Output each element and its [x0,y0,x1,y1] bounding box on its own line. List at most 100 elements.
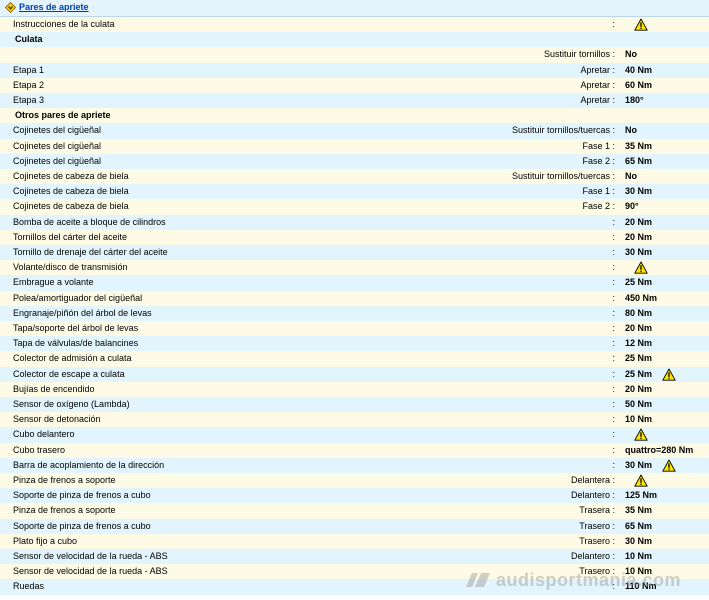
warning-icon[interactable] [634,261,648,274]
torque-row: Cojinetes de cabeza de biela Fase 1 : 30 N… [0,184,709,200]
row-value: No [625,125,637,136]
row-value: 12 Nm [625,338,653,349]
section-header[interactable]: Pares de apriete [0,0,709,17]
torque-row: Etapa 2 Apretar : 60 Nm [0,77,709,93]
row-label: Sensor de velocidad de la rueda - ABS [13,566,168,577]
diamond-arrow-icon [5,2,16,13]
torque-row: Colector de admisión a culata:25 Nm [0,351,709,367]
row-condition: : [612,323,615,333]
row-label: Etapa 1 [13,64,45,75]
row-condition: : [612,338,615,349]
row-condition: : [612,581,615,592]
row-label: Sensor de velocidad de la rueda - ABS [13,551,168,561]
row-value: 20 Nm [625,231,653,242]
row-label: Etapa 3 [13,95,45,105]
torque-row: Volante/disco de transmisión: [0,260,709,276]
torque-row: Engranaje/piñón del árbol de levas:80 Nm [0,305,709,321]
row-condition: : [612,247,615,257]
row-label: Ruedas [13,581,45,592]
row-value: No [625,171,637,181]
row-label: Tornillos del cárter del aceite [13,231,128,242]
row-label: Soporte de pinza de frenos a cubo [13,520,151,531]
torque-row: Bujías de encendido:20 Nm [0,381,709,397]
row-label: Cojinetes de cabeza de biela [13,171,129,181]
row-value: 40 Nm [625,64,653,75]
row-value: 30 Nm [625,459,653,470]
row-condition: : [612,19,615,29]
section-title: Otros pares de apriete [15,110,111,121]
row-condition: Delantero : [570,551,615,561]
torque-row: Sensor de detonación:10 Nm [0,412,709,428]
torque-row: Tapa/soporte del árbol de levas:20 Nm [0,321,709,337]
warning-icon[interactable] [662,368,676,381]
torque-row: Colector de escape a culata:25 Nm [0,366,709,382]
row-label: Colector de escape a culata [13,368,125,379]
torque-row: Cojinetes del cigüeñal Fase 2 : 65 Nm [0,153,709,169]
row-label: Soporte de pinza de frenos a cubo [13,490,151,501]
row-label: Colector de admisión a culata [13,353,132,364]
row-label: Instrucciones de la culata [13,19,115,29]
warning-icon[interactable] [634,428,648,442]
row-condition: Trasero : [579,535,615,546]
torque-row: Ruedas:110 Nm [0,579,709,595]
row-value: 65 Nm [625,155,653,166]
warning-icon[interactable] [634,18,648,31]
row-label: Cojinetes del cigüeñal [13,125,102,136]
row-condition: Trasera : [579,505,615,516]
row-condition: Trasero : [579,520,615,531]
row-condition: Apretar : [580,95,615,105]
row-value: 10 Nm [625,566,653,577]
torque-row: Plato fijo a cubo Trasero : 30 Nm [0,533,709,549]
row-condition: : [612,399,615,409]
row-label: Volante/disco de transmisión [13,262,128,273]
row-condition: Sustituir tornillos/tuercas : [511,171,615,181]
row-label: Embrague a volante [13,277,94,288]
row-value: 30 Nm [625,247,653,257]
row-condition: Delantera : [570,475,615,485]
row-condition: : [612,383,615,394]
torque-row: Etapa 1 Apretar : 40 Nm [0,62,709,78]
row-condition: Delantero : [570,490,615,501]
row-label: Cojinetes del cigüeñal [13,155,102,166]
row-condition: Fase 2 : [582,155,615,166]
torque-row: Instrucciones de la culata: [0,17,709,33]
torque-row: Cojinetes del cigüeñal Sustituir tornillo… [0,123,709,139]
row-condition: Apretar : [580,64,615,75]
torque-row: Sensor de velocidad de la rueda - ABS Del… [0,549,709,565]
row-condition: Sustituir tornillos/tuercas : [511,125,615,136]
row-value: 180° [625,95,644,105]
row-value: 10 Nm [625,551,653,561]
warning-icon[interactable] [634,474,648,487]
row-label: Bomba de aceite a bloque de cilindros [13,216,166,227]
row-condition: Fase 1 : [582,140,615,151]
row-label: Plato fijo a cubo [13,535,78,546]
row-condition: : [612,292,615,303]
row-label: Engranaje/piñón del árbol de levas [13,307,152,318]
row-value: 10 Nm [625,414,653,425]
row-value: 20 Nm [625,216,653,227]
section-title-row: Otros pares de apriete [0,108,709,124]
row-condition: Fase 2 : [582,201,615,212]
row-condition: : [612,459,615,470]
row-label: Cojinetes del cigüeñal [13,140,102,151]
row-value: 30 Nm [625,186,653,197]
torque-row: Polea/amortiguador del cigüeñal:450 Nm [0,290,709,306]
row-label: Tornillo de drenaje del cárter del aceit… [13,247,168,257]
torque-row: Sustituir tornillos : No [0,47,709,63]
row-value: 450 Nm [625,292,658,303]
torque-row: Tornillos del cárter del aceite:20 Nm [0,229,709,245]
row-value: 35 Nm [625,140,653,151]
row-value: 60 Nm [625,79,653,90]
row-condition: : [612,414,615,425]
row-condition: : [612,444,615,455]
torque-row: Sensor de oxígeno (Lambda):50 Nm [0,397,709,413]
torque-row: Soporte de pinza de frenos a cubo Trasero… [0,518,709,534]
warning-icon[interactable] [662,459,676,472]
row-label: Etapa 2 [13,79,45,90]
row-value: No [625,49,637,60]
torque-row: Pinza de frenos a soporte Trasera : 35 Nm [0,503,709,519]
row-condition: Apretar : [580,79,615,90]
header-title[interactable]: Pares de apriete [19,2,89,12]
row-label: Cojinetes de cabeza de biela [13,201,129,212]
row-value: 25 Nm [625,368,653,379]
